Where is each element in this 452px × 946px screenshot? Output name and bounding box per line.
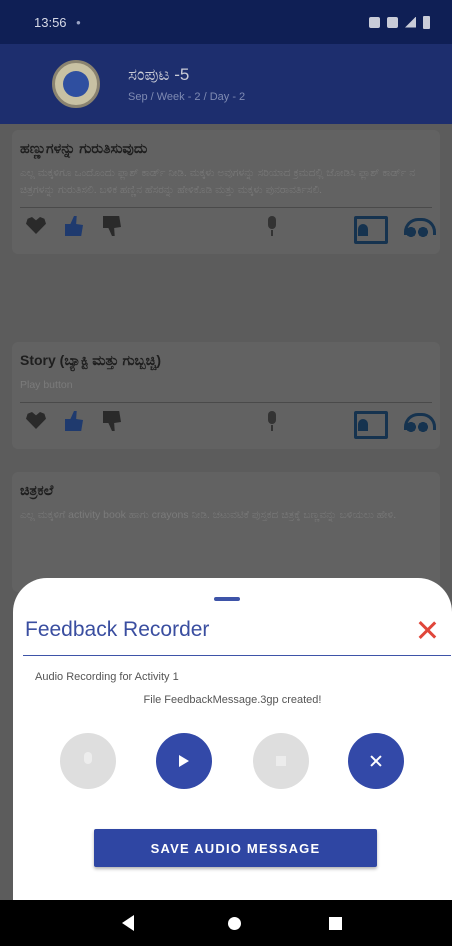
record-voice-icon[interactable] — [352, 409, 388, 439]
microphone-icon — [84, 752, 92, 764]
listen-icon[interactable] — [402, 214, 436, 238]
activity-card: ಹಣ್ಣುಗಳನ್ನು ಗುರುತಿಸುವುದು ಎಲ್ಲ ಮಕ್ಕಳಿಗೂ ಒ… — [12, 130, 440, 254]
page-subtitle: Sep / Week - 2 / Day - 2 — [128, 91, 246, 103]
activity-title: Story (ಬ್ಯಾಕ್ಟಿ ಮತ್ತು ಗುಬ್ಬಚ್ಚಿ) — [20, 352, 162, 368]
microphone-icon[interactable] — [260, 214, 284, 238]
feedback-recorder-sheet: Feedback Recorder Audio Recording for Ac… — [13, 578, 452, 900]
save-audio-button[interactable]: SAVE AUDIO MESSAGE — [94, 829, 377, 867]
status-bar: 13:56 • — [0, 0, 452, 44]
back-icon[interactable] — [122, 915, 134, 931]
recents-icon[interactable] — [329, 917, 342, 930]
record-button[interactable] — [60, 733, 116, 789]
listen-icon[interactable] — [402, 409, 436, 433]
activity-description: ಎಲ್ಲ ಮಕ್ಕಳಿಗೆ activity book ಹಾಗು crayons… — [20, 509, 397, 521]
record-voice-icon[interactable] — [352, 214, 388, 244]
thumbs-up-icon[interactable] — [62, 214, 86, 238]
play-icon — [179, 755, 189, 767]
sheet-title: Feedback Recorder — [25, 618, 210, 641]
activity-actions — [20, 403, 436, 439]
activity-description: Play button — [20, 379, 73, 391]
heart-icon[interactable] — [24, 409, 48, 433]
discard-button[interactable] — [348, 733, 404, 789]
thumbs-up-icon[interactable] — [62, 409, 86, 433]
signal-icon — [405, 16, 416, 28]
battery-icon — [423, 15, 430, 29]
page-title: ಸಂಪುಟ -5 — [128, 65, 190, 84]
divider — [23, 655, 451, 656]
system-nav-bar — [0, 900, 452, 946]
status-time: 13:56 — [34, 14, 67, 30]
status-dot: • — [76, 14, 81, 30]
wifi-icon — [387, 16, 398, 28]
recording-label: Audio Recording for Activity 1 — [35, 671, 179, 683]
activity-actions — [20, 208, 436, 244]
activity-card: Story (ಬ್ಯಾಕ್ಟಿ ಮತ್ತು ಗುಬ್ಬಚ್ಚಿ) Play bu… — [12, 342, 440, 449]
activity-description: ಎಲ್ಲ ಮಕ್ಕಳಿಗೂ ಒಂದೊಂದು ಫ್ಲಾಶ್ ಕಾರ್ಡ್ ನೀಡಿ… — [20, 167, 416, 196]
recording-status: File FeedbackMessage.3gp created! — [143, 694, 322, 706]
activity-card: ಚಿತ್ರಕಲೆ ಎಲ್ಲ ಮಕ್ಕಳಿಗೆ activity book ಹಾಗ… — [12, 472, 440, 592]
notification-icon — [369, 16, 380, 28]
close-icon — [370, 755, 382, 767]
drag-handle[interactable] — [214, 597, 240, 601]
app-logo — [52, 60, 100, 108]
stop-icon — [276, 756, 286, 766]
activity-title: ಹಣ್ಣುಗಳನ್ನು ಗುರುತಿಸುವುದು — [20, 140, 148, 156]
microphone-icon[interactable] — [260, 409, 284, 433]
home-icon[interactable] — [228, 917, 241, 930]
play-button[interactable] — [156, 733, 212, 789]
close-icon[interactable] — [415, 618, 439, 642]
app-bar: ಸಂಪುಟ -5 Sep / Week - 2 / Day - 2 — [0, 44, 452, 124]
thumbs-down-icon[interactable] — [100, 214, 124, 238]
thumbs-down-icon[interactable] — [100, 409, 124, 433]
heart-icon[interactable] — [24, 214, 48, 238]
stop-button[interactable] — [253, 733, 309, 789]
activity-title: ಚಿತ್ರಕಲೆ — [20, 482, 54, 498]
status-icons — [369, 15, 430, 29]
